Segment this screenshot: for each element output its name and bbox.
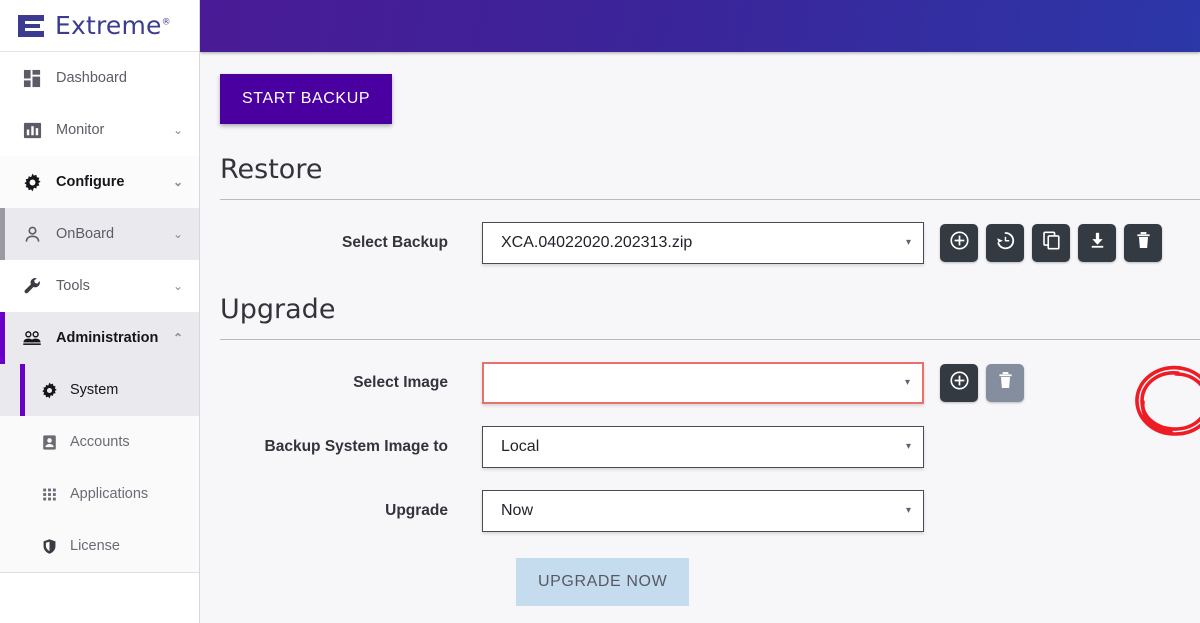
duplicate-backup-button[interactable] — [1032, 224, 1070, 262]
select-image-label: Select Image — [353, 374, 448, 391]
chevron-down-icon: ▾ — [904, 377, 910, 388]
sidebar-item-dashboard[interactable]: Dashboard — [0, 52, 199, 104]
dashboard-grid-icon — [22, 68, 42, 88]
page-content: START BACKUP Restore Select Backup XCA.0… — [200, 52, 1200, 606]
administration-submenu: System Accounts Applications License — [0, 364, 199, 573]
sidebar-item-configure[interactable]: Configure ⌄ — [0, 156, 199, 208]
select-image-row: Select Image ▾ — [220, 362, 1200, 404]
sidebar-item-label: Configure — [56, 174, 125, 190]
sidebar-item-onboard[interactable]: OnBoard ⌄ — [0, 208, 199, 260]
backup-system-image-to-label: Backup System Image to — [264, 438, 448, 455]
person-icon — [22, 224, 42, 244]
select-backup-value: XCA.04022020.202313.zip — [501, 234, 693, 251]
restore-backup-button[interactable] — [986, 224, 1024, 262]
chevron-down-icon: ⌄ — [172, 279, 183, 293]
select-backup-label: Select Backup — [342, 234, 448, 251]
select-backup-dropdown[interactable]: XCA.04022020.202313.zip ▾ — [482, 222, 924, 264]
grid-dots-icon — [40, 485, 58, 503]
download-icon — [1086, 229, 1109, 257]
upgrade-when-dropdown[interactable]: Now ▾ — [482, 490, 924, 532]
sidebar-subitem-label: Applications — [70, 486, 149, 502]
start-backup-button[interactable]: START BACKUP — [220, 74, 393, 124]
gear-icon — [22, 172, 42, 192]
gear-icon — [40, 381, 58, 399]
download-backup-button[interactable] — [1078, 224, 1116, 262]
bar-chart-icon — [22, 120, 42, 140]
chevron-down-icon: ⌄ — [172, 227, 183, 241]
restore-clock-icon — [994, 229, 1017, 257]
add-circle-icon — [948, 369, 971, 397]
chevron-down-icon: ⌄ — [172, 175, 183, 189]
people-group-icon — [22, 328, 42, 348]
sidebar-subitem-system[interactable]: System — [0, 364, 199, 416]
sidebar: Extreme® Dashboard Monitor ⌄ Configure ⌄… — [0, 0, 200, 623]
restore-section-divider — [220, 199, 1200, 200]
image-action-buttons — [932, 364, 1024, 402]
sidebar-subitem-label: License — [70, 538, 120, 554]
chevron-down-icon: ▾ — [905, 441, 911, 452]
backup-system-image-to-value: Local — [501, 438, 540, 455]
sidebar-item-monitor[interactable]: Monitor ⌄ — [0, 104, 199, 156]
restore-action-buttons — [932, 224, 1162, 262]
application-window: Extreme® Dashboard Monitor ⌄ Configure ⌄… — [0, 0, 1200, 623]
chevron-down-icon: ▾ — [905, 505, 911, 516]
sidebar-subitem-applications[interactable]: Applications — [0, 468, 199, 520]
upgrade-when-row: Upgrade Now ▾ — [220, 490, 1200, 532]
id-card-icon — [40, 433, 58, 451]
sidebar-subitem-accounts[interactable]: Accounts — [0, 416, 199, 468]
sidebar-item-label: Dashboard — [56, 70, 127, 86]
sidebar-item-label: Monitor — [56, 122, 105, 138]
upgrade-section-title: Upgrade — [220, 294, 336, 325]
main-area: START BACKUP Restore Select Backup XCA.0… — [200, 0, 1200, 623]
trash-icon — [1132, 229, 1155, 257]
sidebar-item-administration[interactable]: Administration ⌃ — [0, 312, 199, 364]
sidebar-item-label: Administration — [56, 330, 159, 346]
chevron-down-icon: ▾ — [905, 237, 911, 248]
wrench-icon — [22, 276, 42, 296]
upgrade-section-divider — [220, 339, 1200, 340]
chevron-up-icon: ⌃ — [172, 331, 183, 345]
upgrade-when-value: Now — [501, 502, 534, 519]
select-image-dropdown[interactable]: ▾ — [482, 362, 924, 404]
copy-icon — [1040, 229, 1063, 257]
add-image-button[interactable] — [940, 364, 978, 402]
top-header-bar — [200, 0, 1200, 52]
sidebar-item-label: OnBoard — [56, 226, 115, 242]
upgrade-when-label: Upgrade — [385, 502, 448, 519]
add-backup-button[interactable] — [940, 224, 978, 262]
sidebar-item-tools[interactable]: Tools ⌄ — [0, 260, 199, 312]
backup-system-image-to-row: Backup System Image to Local ▾ — [220, 426, 1200, 468]
sidebar-subitem-label: System — [70, 382, 119, 398]
backup-system-image-to-dropdown[interactable]: Local ▾ — [482, 426, 924, 468]
sidebar-subitem-license[interactable]: License — [0, 520, 199, 572]
delete-image-button — [986, 364, 1024, 402]
chevron-down-icon: ⌄ — [172, 123, 183, 137]
add-circle-icon — [948, 229, 971, 257]
extreme-e-logo-icon — [16, 13, 46, 39]
shield-icon — [40, 537, 58, 555]
select-backup-row: Select Backup XCA.04022020.202313.zip ▾ — [220, 222, 1200, 264]
upgrade-now-button[interactable]: UPGRADE NOW — [516, 558, 690, 606]
brand-name: Extreme® — [55, 11, 171, 40]
restore-section-title: Restore — [220, 154, 323, 185]
sidebar-item-label: Tools — [56, 278, 90, 294]
brand-logo[interactable]: Extreme® — [0, 0, 199, 52]
registered-mark: ® — [161, 17, 171, 28]
delete-backup-button[interactable] — [1124, 224, 1162, 262]
trash-icon — [994, 369, 1017, 397]
sidebar-subitem-label: Accounts — [70, 434, 130, 450]
